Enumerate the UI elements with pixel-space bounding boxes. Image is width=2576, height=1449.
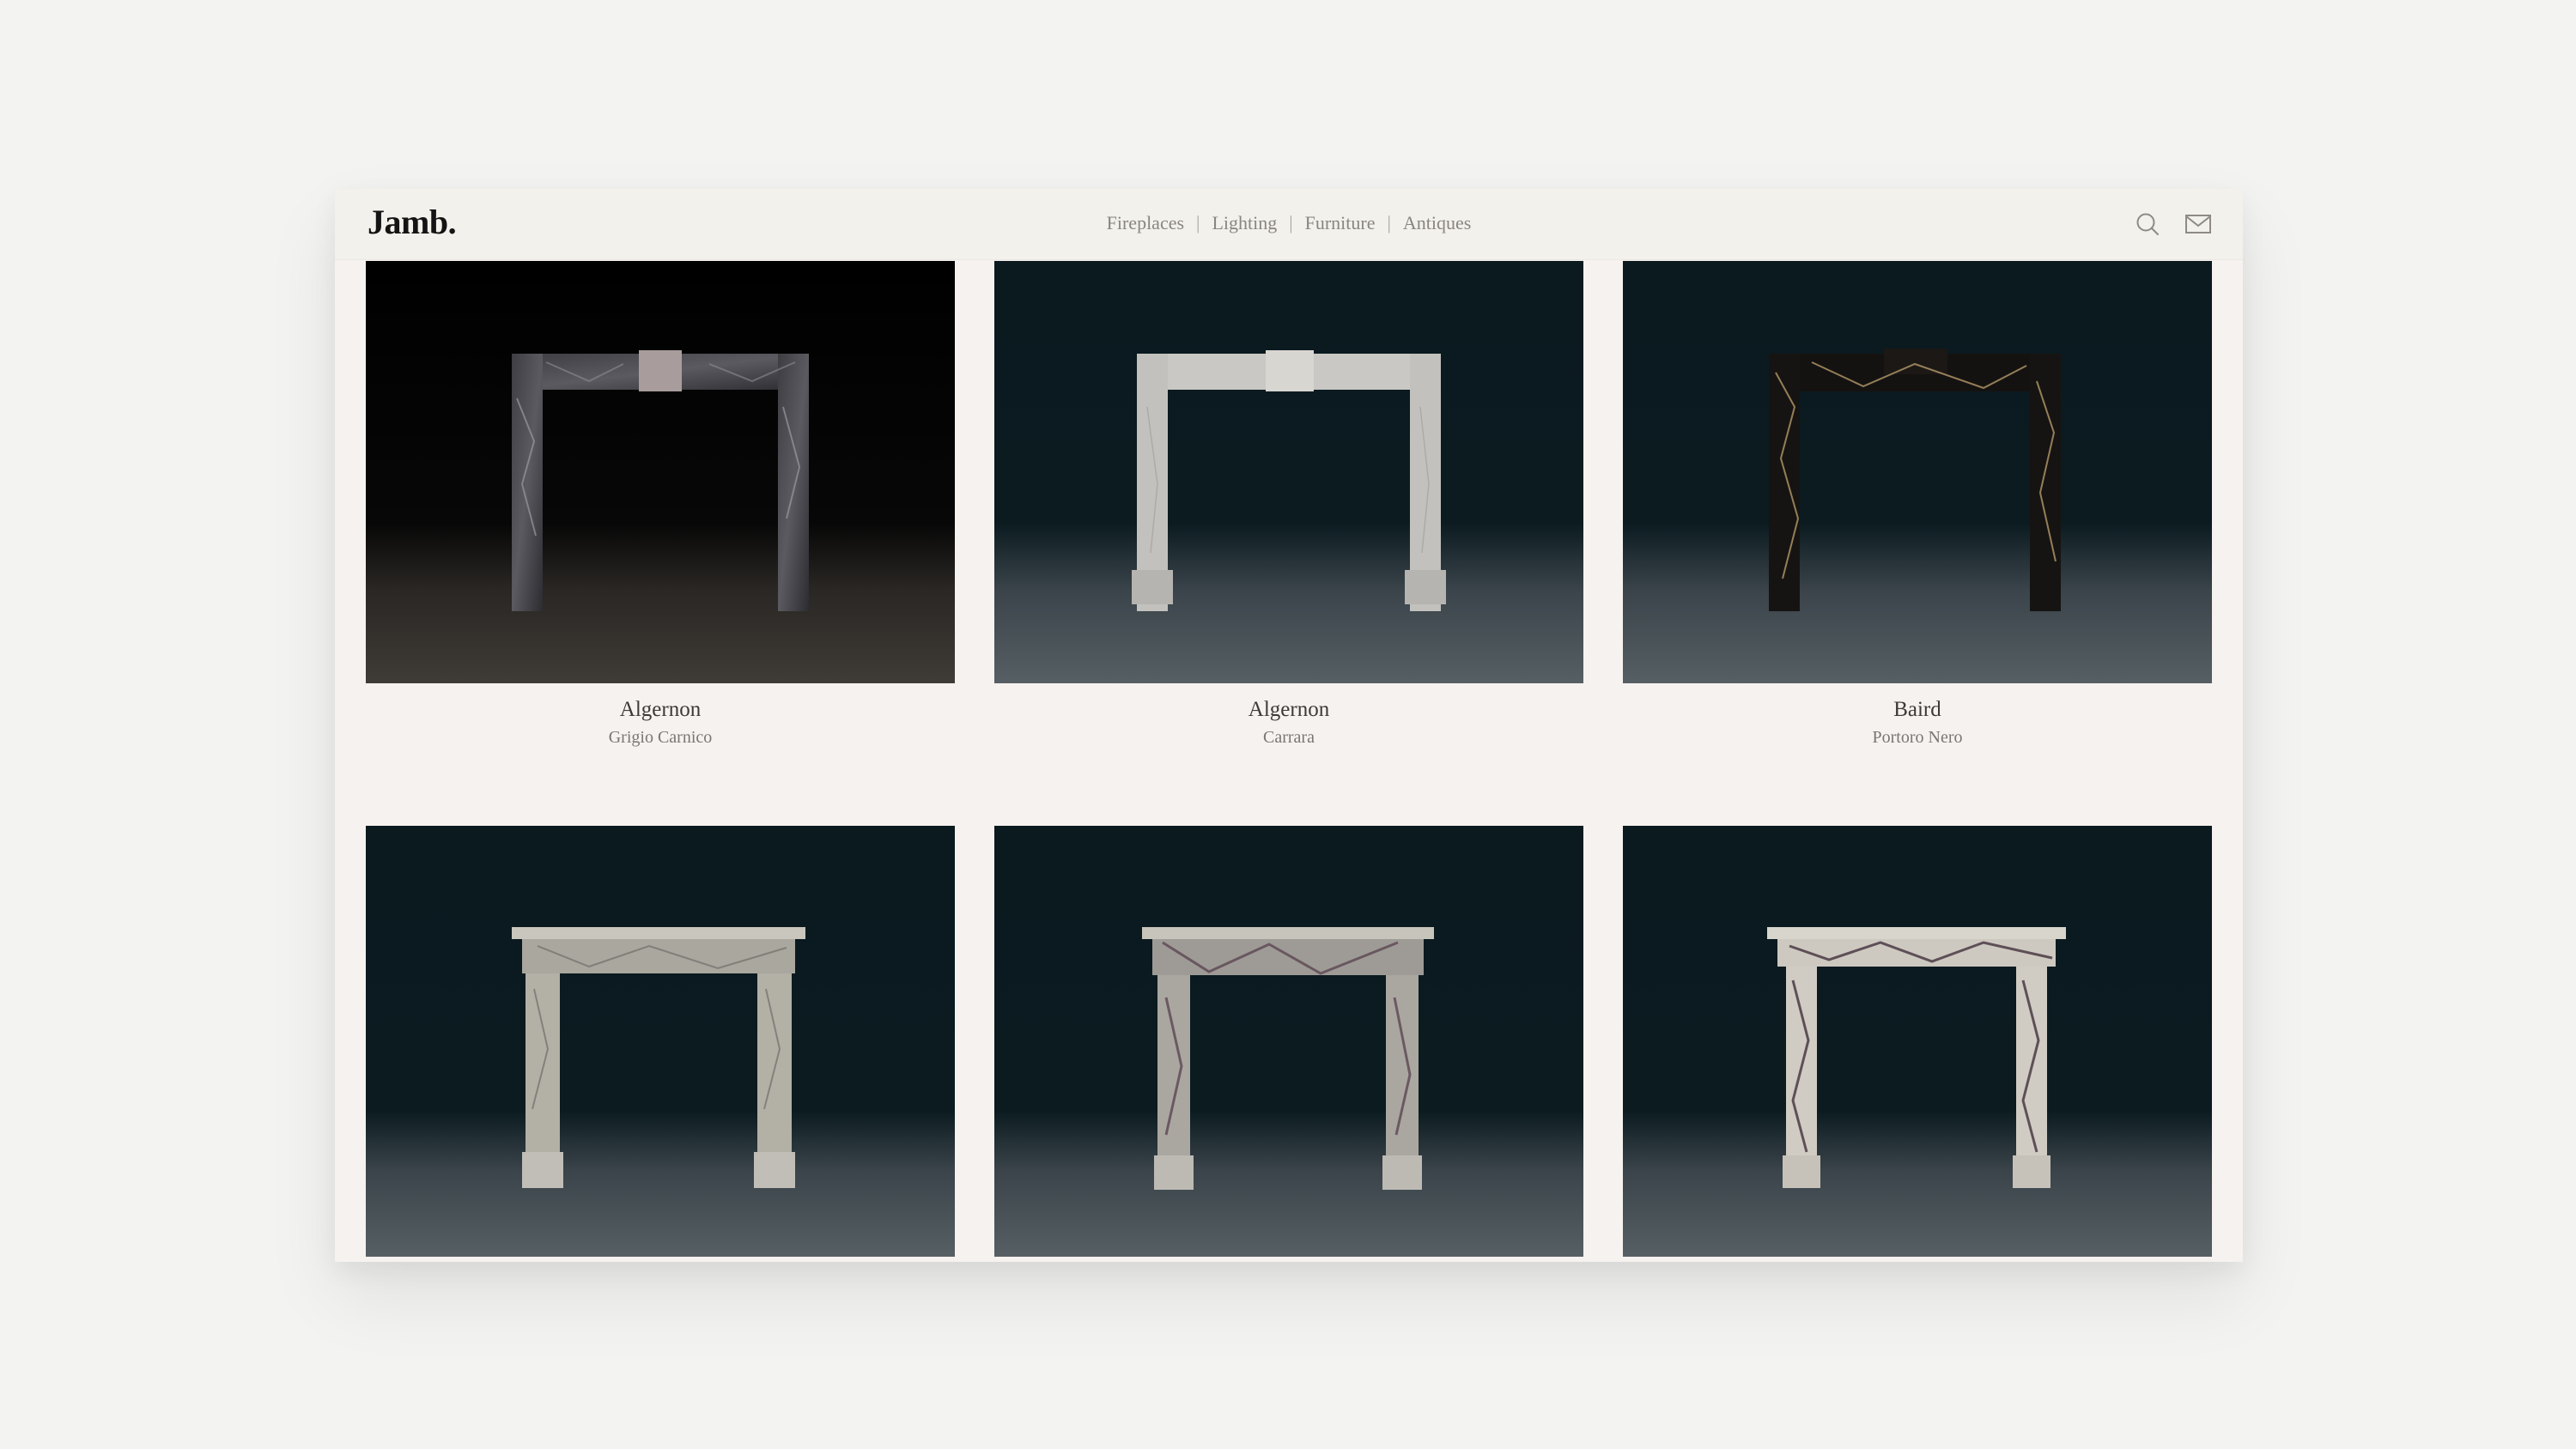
product-image[interactable] [366,261,955,683]
nav-item-antiques[interactable]: Antiques [1403,212,1471,233]
mail-icon[interactable] [2184,213,2212,235]
product-card[interactable] [994,826,1583,1262]
product-caption: Baird Portoro Nero [1623,695,2212,750]
product-card[interactable]: Baird Portoro Nero [1623,261,2212,750]
product-image[interactable] [1623,826,2212,1257]
product-material: Carrara [1263,728,1315,747]
product-image[interactable] [366,826,955,1257]
product-material: Grigio Carnico [608,728,713,747]
product-caption: Algernon Grigio Carnico [366,695,955,750]
browser-window: Jamb. Fireplaces | Lighting | Furniture | Anti… [335,189,2243,1262]
product-name[interactable]: Algernon [366,695,955,724]
nav-separator: | [1387,212,1391,233]
nav-separator: | [1289,212,1293,233]
product-name[interactable]: Baird [1623,695,2212,724]
product-card[interactable]: Algernon Carrara [994,261,1583,750]
product-card[interactable] [1623,826,2212,1262]
product-image[interactable] [994,261,1583,683]
site-header: Jamb. Fireplaces | Lighting | Furniture | Anti… [335,189,2243,260]
product-grid: Algernon Grigio Carnico Algernon Carrara… [335,189,2243,1262]
product-material: Portoro Nero [1872,728,1963,747]
product-card[interactable]: Algernon Grigio Carnico [366,261,955,750]
main-nav: Fireplaces | Lighting | Furniture | Antiques [335,210,2243,236]
product-image[interactable] [1623,261,2212,683]
header-icons [2135,210,2212,238]
nav-separator: | [1196,212,1200,233]
search-icon[interactable] [2135,211,2160,237]
nav-item-fireplaces[interactable]: Fireplaces [1107,212,1184,233]
product-name[interactable]: Algernon [994,695,1583,724]
nav-item-lighting[interactable]: Lighting [1212,212,1277,233]
product-image[interactable] [994,826,1583,1257]
nav-item-furniture[interactable]: Furniture [1305,212,1376,233]
product-caption: Algernon Carrara [994,695,1583,750]
product-card[interactable] [366,826,955,1262]
